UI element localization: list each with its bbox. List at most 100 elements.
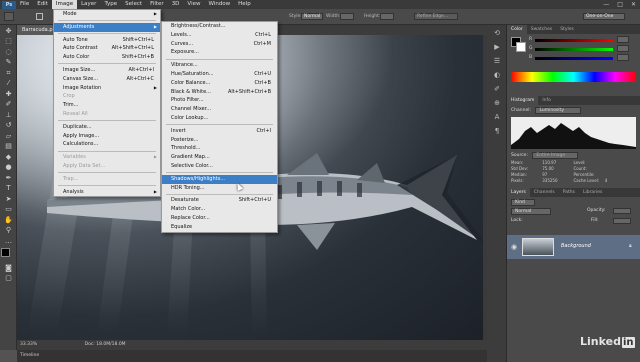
menu-type[interactable]: Type [100, 0, 121, 9]
clone-source-panel-icon[interactable]: ⊕ [491, 99, 503, 109]
adjustments-item-invert[interactable]: Invert Ctrl+I [162, 127, 277, 136]
actions-panel-icon[interactable]: ▶ [491, 43, 503, 53]
adjustments-item-exposure[interactable]: Exposure... [162, 48, 277, 57]
blue-value[interactable] [617, 54, 629, 61]
visibility-eye-icon[interactable]: ◉ [511, 243, 517, 251]
menu-filter[interactable]: Filter [146, 0, 168, 9]
tab-info[interactable]: Info [538, 96, 555, 105]
adjustments-item-hue-saturation[interactable]: Hue/Saturation... Ctrl+U [162, 70, 277, 79]
history-panel-icon[interactable]: ⟲ [491, 29, 503, 39]
adjustments-item-posterize[interactable]: Posterize... [162, 136, 277, 145]
character-panel-icon[interactable]: A [491, 113, 503, 123]
tab-channels[interactable]: Channels [530, 188, 559, 197]
adjustments-item-vibrance[interactable]: Vibrance... [162, 61, 277, 70]
menu-window[interactable]: Window [204, 0, 234, 9]
source-select[interactable]: Entire Image [532, 152, 579, 159]
minimize-icon[interactable]: — [603, 1, 609, 8]
adjustments-item-black-white[interactable]: Black & White... Alt+Shift+Ctrl+B [162, 88, 277, 97]
lasso-tool-icon[interactable]: ◌ [3, 48, 14, 57]
adjustments-item-hdr-toning[interactable]: HDR Toning... [162, 184, 277, 193]
new-selection-icon[interactable] [36, 13, 43, 20]
adjustments-item-threshold[interactable]: Threshold... [162, 144, 277, 153]
healing-tool-icon[interactable]: ✚ [3, 90, 14, 99]
image-menu-item-auto-tone[interactable]: Auto Tone Shift+Ctrl+L [54, 36, 160, 45]
maximize-icon[interactable]: □ [617, 1, 623, 8]
close-icon[interactable]: ✕ [631, 1, 636, 8]
image-menu-item-calculations[interactable]: Calculations... [54, 140, 160, 149]
adjustments-item-shadows-highlights[interactable]: Shadows/Highlights... [162, 174, 277, 184]
pen-tool-icon[interactable]: ✒ [3, 174, 14, 183]
quick-select-tool-icon[interactable]: ✎ [3, 58, 14, 67]
adjustments-panel-icon[interactable]: ◐ [491, 71, 503, 81]
workspace-select[interactable]: One-on-One [583, 13, 625, 20]
image-menu-item-auto-color[interactable]: Auto Color Shift+Ctrl+B [54, 53, 160, 62]
brush-panel-icon[interactable]: ✐ [491, 85, 503, 95]
marquee-tool-preset[interactable] [4, 12, 14, 21]
hand-tool-icon[interactable]: ✋ [3, 216, 14, 225]
tab-swatches[interactable]: Swatches [527, 25, 557, 34]
menu-view[interactable]: View [183, 0, 204, 9]
height-field[interactable] [380, 13, 394, 20]
menu-file[interactable]: File [16, 0, 33, 9]
adjustments-item-desaturate[interactable]: Desaturate Shift+Ctrl+U [162, 196, 277, 205]
layer-name[interactable]: Background [561, 243, 591, 249]
zoom-level[interactable]: 33.33% [20, 342, 37, 347]
adjustments-item-levels[interactable]: Levels... Ctrl+L [162, 31, 277, 40]
fill-field[interactable] [613, 218, 631, 224]
zoom-tool-icon[interactable]: ⚲ [3, 226, 14, 235]
foreground-color-icon[interactable] [1, 247, 10, 257]
more-tools-icon[interactable]: … [3, 237, 14, 246]
adjustments-item-channel-mixer[interactable]: Channel Mixer... [162, 105, 277, 114]
image-menu-item-duplicate[interactable]: Duplicate... [54, 123, 160, 132]
path-select-tool-icon[interactable]: ➤ [3, 195, 14, 204]
menu-image[interactable]: Image [51, 0, 78, 9]
adjustments-item-gradient-map[interactable]: Gradient Map... [162, 153, 277, 162]
document-info[interactable]: Doc: 18.0M/18.0M [85, 342, 126, 347]
shape-tool-icon[interactable]: ▭ [3, 205, 14, 214]
tab-styles[interactable]: Styles [556, 25, 578, 34]
image-menu-item-auto-contrast[interactable]: Auto Contrast Alt+Shift+Ctrl+L [54, 44, 160, 53]
color-swatches[interactable] [1, 247, 15, 262]
adjustments-item-photo-filter[interactable]: Photo Filter... [162, 96, 277, 105]
menu-edit[interactable]: Edit [33, 0, 52, 9]
layer-kind-filter[interactable]: Kind [511, 199, 535, 206]
blue-slider[interactable]: B [529, 54, 640, 63]
image-menu-item-apply-image[interactable]: Apply Image... [54, 132, 160, 141]
background-swatch[interactable] [516, 42, 526, 52]
blur-tool-icon[interactable]: ◆ [3, 153, 14, 162]
stamp-tool-icon[interactable]: ⊥ [3, 111, 14, 120]
adjustments-item-replace-color[interactable]: Replace Color... [162, 214, 277, 223]
image-menu-item-mode[interactable]: Mode ▶ [54, 10, 160, 19]
photoshop-logo[interactable]: Ps [2, 0, 16, 9]
timeline-tab[interactable]: Timeline [20, 353, 39, 358]
eyedropper-tool-icon[interactable]: ⁄ [3, 79, 14, 88]
menu-help[interactable]: Help [234, 0, 255, 9]
tab-paths[interactable]: Paths [559, 188, 579, 197]
image-menu-item-trim[interactable]: Trim... [54, 101, 160, 110]
marquee-tool-icon[interactable]: ⬚ [3, 37, 14, 46]
type-tool-icon[interactable]: T [3, 184, 14, 193]
red-value[interactable] [617, 36, 629, 43]
channel-select[interactable]: Luminosity [535, 107, 582, 114]
gradient-tool-icon[interactable]: ▤ [3, 142, 14, 151]
tab-libraries[interactable]: Libraries [579, 188, 606, 197]
image-menu-item-image-size[interactable]: Image Size... Alt+Ctrl+I [54, 66, 160, 75]
layer-row-background[interactable]: ◉ Background 🔒︎ [507, 235, 640, 259]
image-menu-item-image-rotation[interactable]: Image Rotation ▶ [54, 84, 160, 93]
green-value[interactable] [617, 45, 629, 52]
adjustments-item-selective-color[interactable]: Selective Color... [162, 162, 277, 171]
paragraph-panel-icon[interactable]: ¶ [491, 127, 503, 137]
brush-tool-icon[interactable]: ✐ [3, 100, 14, 109]
image-menu-item-analysis[interactable]: Analysis ▶ [54, 188, 160, 197]
tab-layers[interactable]: Layers [507, 188, 530, 197]
image-menu-item-canvas-size[interactable]: Canvas Size... Alt+Ctrl+C [54, 75, 160, 84]
red-slider[interactable]: R [529, 36, 640, 45]
adjustments-item-color-lookup[interactable]: Color Lookup... [162, 114, 277, 123]
quick-mask-icon[interactable]: ◙ [3, 264, 14, 273]
adjustments-item-color-balance[interactable]: Color Balance... Ctrl+B [162, 79, 277, 88]
adjustments-item-match-color[interactable]: Match Color... [162, 205, 277, 214]
image-menu-item-adjustments[interactable]: Adjustments ▶ [54, 22, 160, 32]
tab-color[interactable]: Color [507, 25, 527, 34]
opacity-field[interactable] [613, 208, 631, 214]
style-select[interactable]: Normal [301, 13, 323, 20]
